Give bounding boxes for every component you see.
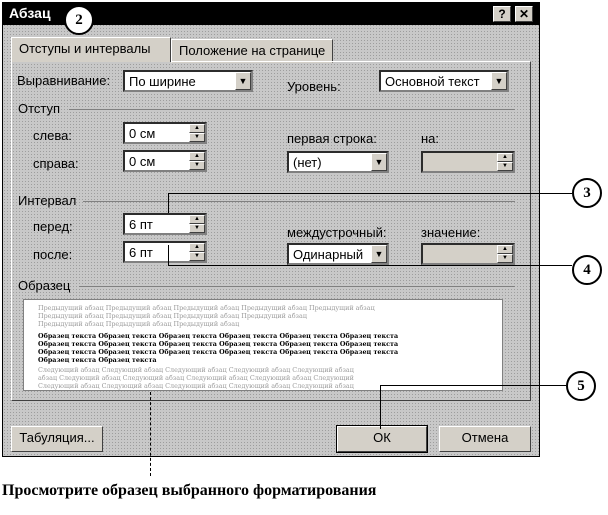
spin-up-icon[interactable]: ▲ — [189, 152, 205, 161]
spin-down-icon[interactable]: ▼ — [189, 161, 205, 170]
callout-2: 2 — [64, 5, 94, 35]
callout-3-leader-h — [168, 193, 572, 194]
level-select[interactable]: Основной текст ▼ — [379, 70, 509, 92]
indent-group-label: Отступ — [18, 101, 61, 116]
spin-up-icon[interactable]: ▲ — [497, 153, 513, 162]
first-line-label: первая строка: — [287, 131, 377, 146]
preview-line: абзац Следующий абзац Следующий абзац Сл… — [38, 374, 354, 382]
tab-page-position[interactable]: Положение на странице — [171, 39, 333, 63]
tabs-button[interactable]: Табуляция... — [11, 426, 103, 452]
preview-line: Образец текста Образец текста Образец те… — [38, 348, 399, 356]
level-value: Основной текст — [385, 74, 480, 89]
spacing-before-value: 6 пт — [129, 217, 153, 232]
line-spacing-value: Одинарный — [293, 247, 364, 262]
caption-leader — [150, 392, 151, 476]
preview-line: Следующий абзац Следующий абзац Следующи… — [38, 366, 354, 374]
caption-text: Просмотрите образец выбранного форматиро… — [2, 482, 377, 499]
spin-up-icon[interactable]: ▲ — [189, 215, 205, 224]
chevron-down-icon: ▼ — [371, 153, 387, 171]
preview-line: Предыдущий абзац Предыдущий абзац Предыд… — [38, 304, 375, 312]
tab-label: Отступы и интервалы — [19, 41, 151, 56]
spacing-before-spinner[interactable]: 6 пт ▲ ▼ — [123, 213, 207, 235]
spacing-before-label: перед: — [33, 219, 73, 234]
preview-previous-paragraph: Предыдущий абзац Предыдущий абзац Предыд… — [38, 304, 493, 328]
chevron-down-icon: ▼ — [371, 245, 387, 263]
dialog-title: Абзац — [9, 5, 51, 21]
spin-up-icon[interactable]: ▲ — [497, 245, 513, 254]
callout-5-leader-h — [380, 385, 566, 386]
help-button[interactable]: ? — [493, 6, 511, 22]
alignment-value: По ширине — [129, 74, 196, 89]
preview-box: Предыдущий абзац Предыдущий абзац Предыд… — [23, 299, 503, 391]
indent-right-spinner[interactable]: 0 см ▲ ▼ — [123, 150, 207, 172]
callout-5: 5 — [566, 371, 596, 401]
spacing-at-spinner[interactable]: ▲ ▼ — [421, 243, 515, 265]
preview-line: Образец текста Образец текста Образец те… — [38, 340, 399, 348]
tab-label: Положение на странице — [179, 43, 326, 58]
callout-3: 3 — [572, 178, 602, 208]
spin-up-icon[interactable]: ▲ — [189, 243, 205, 252]
callout-5-leader-v — [380, 385, 381, 429]
preview-line: Предыдущий абзац Предыдущий абзац Предыд… — [38, 312, 307, 320]
chevron-down-icon: ▼ — [235, 72, 251, 90]
spin-down-icon[interactable]: ▼ — [189, 252, 205, 261]
preview-sample-paragraph: Образец текста Образец текста Образец те… — [38, 332, 493, 364]
tab-indents-spacing[interactable]: Отступы и интервалы — [11, 37, 171, 62]
preview-group-label: Образец — [18, 278, 71, 293]
ok-button[interactable]: ОК — [336, 425, 428, 453]
spin-up-icon[interactable]: ▲ — [189, 124, 205, 133]
indent-left-value: 0 см — [129, 126, 156, 141]
alignment-label: Выравнивание: — [17, 73, 111, 88]
spacing-group-line — [83, 201, 515, 202]
spacing-at-label: значение: — [421, 225, 481, 240]
indent-right-label: справа: — [33, 156, 79, 171]
spin-down-icon[interactable]: ▼ — [189, 224, 205, 233]
close-button[interactable]: ✕ — [515, 6, 533, 22]
preview-line: Образец текста Образец текста Образец те… — [38, 332, 399, 340]
cancel-button[interactable]: Отмена — [439, 426, 531, 452]
spin-down-icon[interactable]: ▼ — [497, 254, 513, 263]
first-line-select[interactable]: (нет) ▼ — [287, 151, 389, 173]
indent-by-spinner[interactable]: ▲ ▼ — [421, 151, 515, 173]
first-line-value: (нет) — [293, 155, 322, 170]
preview-group-line — [79, 286, 515, 287]
line-spacing-label: междустрочный: — [287, 225, 387, 240]
level-label: Уровень: — [287, 79, 341, 94]
callout-4-leader-v — [168, 245, 169, 265]
preview-line: Предыдущий абзац Предыдущий абзац Предыд… — [38, 320, 240, 328]
callout-4: 4 — [572, 255, 602, 285]
indent-group-line — [69, 109, 515, 110]
indent-left-spinner[interactable]: 0 см ▲ ▼ — [123, 122, 207, 144]
line-spacing-select[interactable]: Одинарный ▼ — [287, 243, 389, 265]
spacing-after-spinner[interactable]: 6 пт ▲ ▼ — [123, 241, 207, 263]
spacing-group-label: Интервал — [18, 193, 77, 208]
spin-down-icon[interactable]: ▼ — [189, 133, 205, 142]
alignment-select[interactable]: По ширине ▼ — [123, 70, 253, 92]
spin-down-icon[interactable]: ▼ — [497, 162, 513, 171]
preview-next-paragraph: Следующий абзац Следующий абзац Следующи… — [38, 366, 493, 390]
spacing-after-value: 6 пт — [129, 245, 153, 260]
chevron-down-icon: ▼ — [491, 72, 507, 90]
preview-line: Образец текста Образец текста — [38, 356, 157, 364]
preview-line: Следующий абзац Следующий абзац Следующи… — [38, 382, 354, 390]
indent-by-label: на: — [421, 131, 440, 146]
indent-left-label: слева: — [33, 128, 72, 143]
callout-3-leader-v — [168, 193, 169, 213]
paragraph-dialog: Абзац ? ✕ Отступы и интервалы Положение … — [2, 2, 540, 457]
indent-right-value: 0 см — [129, 154, 156, 169]
callout-4-leader-h — [168, 265, 572, 266]
spacing-after-label: после: — [33, 247, 73, 262]
